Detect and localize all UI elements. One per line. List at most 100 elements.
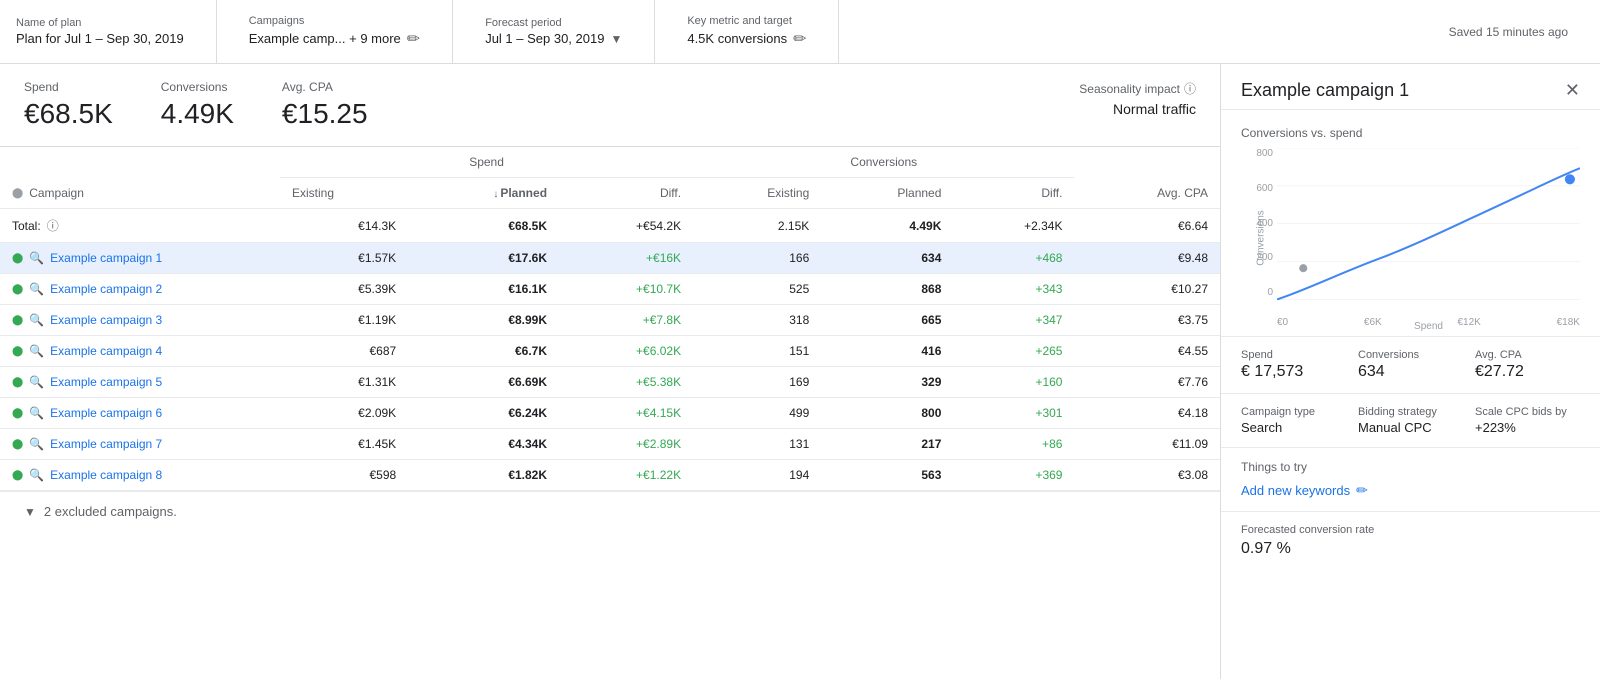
col-spend-diff: Diff. (559, 178, 693, 209)
campaign-status-dot: ⬤ (12, 470, 23, 481)
right-panel-header: Example campaign 1 ✕ (1221, 64, 1600, 110)
excluded-row[interactable]: ▼ 2 excluded campaigns. (0, 491, 1220, 531)
avg-cpa-value: €15.25 (282, 98, 368, 130)
campaign-status-dot: ⬤ (12, 439, 23, 450)
forecast-label: Forecast period (485, 17, 622, 29)
close-button[interactable]: ✕ (1565, 80, 1580, 101)
plan-name-section: Name of plan Plan for Jul 1 – Sep 30, 20… (16, 0, 217, 63)
panel-conversions-metric: Conversions 634 (1358, 349, 1463, 381)
campaign-name-link[interactable]: Example campaign 7 (50, 437, 162, 451)
col-conv-diff: Diff. (953, 178, 1074, 209)
panel-avg-cpa-metric: Avg. CPA €27.72 (1475, 349, 1580, 381)
conversions-label: Conversions (161, 80, 234, 94)
table-row[interactable]: ⬤ 🔍 Example campaign 4 €687 €6.7K +€6.02… (0, 336, 1220, 367)
table-row[interactable]: ⬤ 🔍 Example campaign 3 €1.19K €8.99K +€7… (0, 305, 1220, 336)
forecast-section: Forecast period Jul 1 – Sep 30, 2019 ▼ (485, 0, 655, 63)
things-section: Things to try Add new keywords ✏ (1221, 448, 1600, 512)
metric-value: 4.5K conversions ✏ (687, 29, 806, 49)
right-panel: Example campaign 1 ✕ Conversions vs. spe… (1220, 64, 1600, 679)
col-campaign-header: ⬤ Campaign (0, 147, 280, 209)
forecast-value: Jul 1 – Sep 30, 2019 ▼ (485, 31, 622, 46)
plan-name-label: Name of plan (16, 17, 184, 29)
forecast-section: Forecasted conversion rate 0.97 % (1221, 512, 1600, 570)
col-avg-cpa-header: Avg. CPA (1074, 147, 1220, 209)
left-panel: Spend €68.5K Conversions 4.49K Avg. CPA … (0, 64, 1220, 679)
metric-section: Key metric and target 4.5K conversions ✏ (687, 0, 839, 63)
campaigns-label: Campaigns (249, 15, 421, 27)
search-icon: 🔍 (29, 406, 44, 420)
add-keywords-item[interactable]: Add new keywords ✏ (1241, 482, 1580, 499)
col-spend-planned: ↓Planned (408, 178, 559, 209)
conversions-value: 4.49K (161, 98, 234, 130)
col-spend-existing: Existing (280, 178, 408, 209)
col-conv-group-header: Conversions (693, 147, 1074, 178)
campaign-name-link[interactable]: Example campaign 3 (50, 313, 162, 327)
seasonality-summary: Seasonality impact ⓘ Normal traffic (1079, 80, 1196, 130)
right-panel-title: Example campaign 1 (1241, 80, 1409, 101)
search-icon: 🔍 (29, 344, 44, 358)
plan-name-value: Plan for Jul 1 – Sep 30, 2019 (16, 31, 184, 46)
campaign-name-link[interactable]: Example campaign 2 (50, 282, 162, 296)
campaigns-section: Campaigns Example camp... + 9 more ✏ (249, 0, 454, 63)
col-conv-planned: Planned (821, 178, 953, 209)
campaigns-edit-icon[interactable]: ✏ (407, 29, 420, 49)
col-conv-existing: Existing (693, 178, 821, 209)
total-row: Total: ⓘ €14.3K €68.5K +€54.2K 2.15K 4.4… (0, 209, 1220, 243)
spend-label: Spend (24, 80, 113, 94)
campaign-status-dot: ⬤ (12, 408, 23, 419)
chart-x-label: Spend (1414, 321, 1443, 332)
table-row[interactable]: ⬤ 🔍 Example campaign 2 €5.39K €16.1K +€1… (0, 274, 1220, 305)
table-row[interactable]: ⬤ 🔍 Example campaign 8 €598 €1.82K +€1.2… (0, 460, 1220, 491)
chart-container: 800 600 400 200 0 (1241, 148, 1580, 328)
campaign-name-link[interactable]: Example campaign 4 (50, 344, 162, 358)
chart-y-label: Conversions (1255, 210, 1266, 266)
table-row[interactable]: ⬤ 🔍 Example campaign 7 €1.45K €4.34K +€2… (0, 429, 1220, 460)
spend-summary: Spend €68.5K (24, 80, 113, 130)
col-spend-group-header: Spend (280, 147, 693, 178)
search-icon: 🔍 (29, 437, 44, 451)
campaign-type-item: Campaign type Search (1241, 406, 1346, 435)
table-row[interactable]: ⬤ 🔍 Example campaign 1 €1.57K €17.6K +€1… (0, 243, 1220, 274)
campaign-name-link[interactable]: Example campaign 1 (50, 251, 162, 265)
top-header: Name of plan Plan for Jul 1 – Sep 30, 20… (0, 0, 1600, 64)
scale-cpc-item: Scale CPC bids by +223% (1475, 406, 1580, 435)
main-layout: Spend €68.5K Conversions 4.49K Avg. CPA … (0, 64, 1600, 679)
search-icon: 🔍 (29, 468, 44, 482)
search-icon: 🔍 (29, 313, 44, 327)
avg-cpa-label: Avg. CPA (282, 80, 368, 94)
search-icon: 🔍 (29, 375, 44, 389)
conversions-summary: Conversions 4.49K (161, 80, 234, 130)
seasonality-label: Seasonality impact ⓘ (1079, 80, 1196, 97)
total-info-icon[interactable]: ⓘ (47, 217, 59, 234)
seasonality-info-icon[interactable]: ⓘ (1184, 80, 1196, 97)
table-row[interactable]: ⬤ 🔍 Example campaign 6 €2.09K €6.24K +€4… (0, 398, 1220, 429)
metrics-section: Spend € 17,573 Conversions 634 Avg. CPA … (1221, 337, 1600, 394)
metric-label: Key metric and target (687, 15, 806, 27)
campaign-info-section: Campaign type Search Bidding strategy Ma… (1221, 394, 1600, 448)
metric-edit-icon[interactable]: ✏ (793, 29, 806, 49)
chevron-down-icon: ▼ (24, 505, 36, 519)
campaigns-value: Example camp... + 9 more ✏ (249, 29, 421, 49)
campaign-status-dot: ⬤ (12, 377, 23, 388)
campaign-name-link[interactable]: Example campaign 5 (50, 375, 162, 389)
campaign-status-dot: ⬤ (12, 284, 23, 295)
forecast-chevron-icon[interactable]: ▼ (610, 32, 622, 46)
campaign-table: ⬤ Campaign Spend Conversions Avg. CPA (0, 147, 1220, 491)
campaign-status-dot: ⬤ (12, 346, 23, 357)
search-icon: 🔍 (29, 251, 44, 265)
bidding-strategy-item: Bidding strategy Manual CPC (1358, 406, 1463, 435)
chart-svg (1277, 148, 1580, 300)
chart-title: Conversions vs. spend (1241, 126, 1580, 140)
campaign-status-dot: ⬤ (12, 315, 23, 326)
seasonality-value: Normal traffic (1079, 101, 1196, 117)
summary-bar: Spend €68.5K Conversions 4.49K Avg. CPA … (0, 64, 1220, 147)
chart-section: Conversions vs. spend 800 600 400 200 0 (1221, 110, 1600, 337)
search-icon: 🔍 (29, 282, 44, 296)
saved-text: Saved 15 minutes ago (1449, 25, 1584, 39)
campaign-name-link[interactable]: Example campaign 6 (50, 406, 162, 420)
campaign-status-dot: ⬤ (12, 188, 23, 199)
panel-spend-metric: Spend € 17,573 (1241, 349, 1346, 381)
campaign-name-link[interactable]: Example campaign 8 (50, 468, 162, 482)
spend-value: €68.5K (24, 98, 113, 130)
table-row[interactable]: ⬤ 🔍 Example campaign 5 €1.31K €6.69K +€5… (0, 367, 1220, 398)
